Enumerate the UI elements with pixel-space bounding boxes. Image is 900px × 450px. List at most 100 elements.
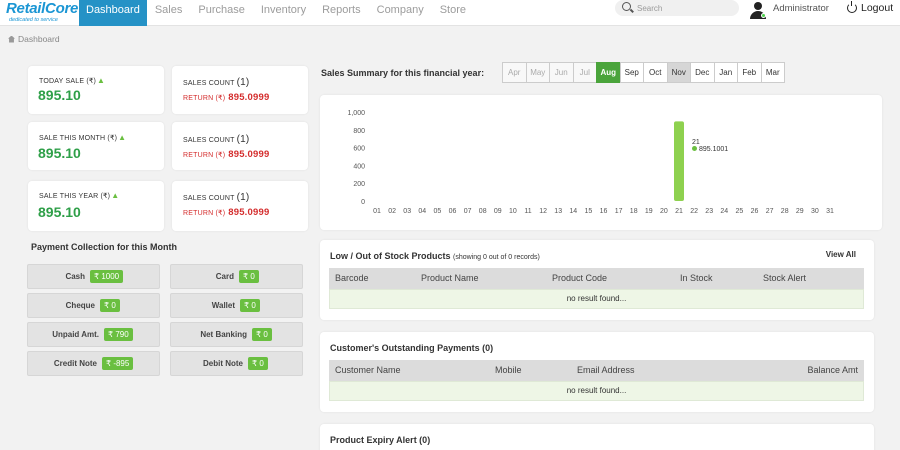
low-stock-table-header: Barcode Product Name Product Code In Sto… bbox=[329, 268, 864, 289]
breadcrumb: Dashboard bbox=[8, 34, 60, 44]
low-stock-title: Low / Out of Stock Products (showing 0 o… bbox=[330, 251, 540, 261]
payment-card: Card ₹ 0 bbox=[170, 264, 303, 289]
today-count-card: SALES COUNT (1) RETURN (₹) 895.0999 bbox=[172, 66, 308, 114]
x-tick-label: 24 bbox=[720, 208, 728, 215]
month-jul[interactable]: Jul bbox=[572, 62, 597, 83]
payment-label: Card bbox=[215, 272, 234, 281]
year-count-label: SALES COUNT (1) bbox=[183, 192, 250, 203]
column-header[interactable]: Barcode bbox=[335, 273, 369, 283]
column-header[interactable]: Mobile bbox=[495, 365, 522, 375]
x-tick-label: 27 bbox=[766, 208, 774, 215]
power-icon bbox=[847, 1, 857, 13]
month-jun[interactable]: Jun bbox=[549, 62, 574, 83]
payment-label: Net Banking bbox=[200, 330, 247, 339]
x-tick-label: 07 bbox=[464, 208, 472, 215]
column-header[interactable]: Product Code bbox=[552, 273, 607, 283]
view-all-link[interactable]: View All bbox=[826, 250, 856, 259]
brand-name: RetailCore bbox=[6, 0, 79, 17]
month-sep[interactable]: Sep bbox=[619, 62, 644, 83]
x-tick-label: 30 bbox=[811, 208, 819, 215]
month-dec[interactable]: Dec bbox=[690, 62, 715, 83]
month-oct[interactable]: Oct bbox=[643, 62, 668, 83]
payment-label: Cash bbox=[65, 272, 85, 281]
payment-cheque: Cheque ₹ 0 bbox=[27, 293, 160, 318]
nav-purchase[interactable]: Purchase bbox=[190, 0, 252, 26]
column-header[interactable]: Customer Name bbox=[335, 365, 401, 375]
today-count-label: SALES COUNT (1) bbox=[183, 77, 250, 88]
logout-button[interactable]: Logout bbox=[847, 1, 894, 14]
low-stock-card: Low / Out of Stock Products (showing 0 o… bbox=[320, 240, 874, 320]
brand-logo[interactable]: RetailCore dedicated to service bbox=[6, 1, 78, 24]
x-tick-label: 31 bbox=[826, 208, 834, 215]
x-tick-label: 02 bbox=[388, 208, 396, 215]
x-tick-label: 16 bbox=[600, 208, 608, 215]
nav-inventory[interactable]: Inventory bbox=[253, 0, 314, 26]
up-arrow-icon: ▲ bbox=[118, 133, 127, 142]
year-sale-card: SALE THIS YEAR (₹)▲ 895.10 bbox=[28, 181, 164, 231]
home-icon bbox=[8, 35, 15, 43]
x-tick-label: 23 bbox=[705, 208, 713, 215]
payment-badge: ₹ 0 bbox=[252, 328, 272, 341]
nav-company[interactable]: Company bbox=[369, 0, 432, 26]
payment-badge: ₹ -895 bbox=[102, 357, 134, 370]
month-jan[interactable]: Jan bbox=[713, 62, 738, 83]
user-avatar-icon bbox=[750, 2, 766, 19]
x-tick-label: 09 bbox=[494, 208, 502, 215]
month-count-label: SALES COUNT (1) bbox=[183, 134, 250, 145]
search-input[interactable] bbox=[637, 1, 733, 15]
nav-reports[interactable]: Reports bbox=[314, 0, 369, 26]
x-tick-label: 29 bbox=[796, 208, 804, 215]
breadcrumb-dashboard[interactable]: Dashboard bbox=[18, 34, 60, 44]
today-return-label: RETURN (₹) 895.0999 bbox=[183, 92, 270, 103]
x-tick-label: 28 bbox=[781, 208, 789, 215]
month-mar[interactable]: Mar bbox=[760, 62, 785, 83]
up-arrow-icon: ▲ bbox=[111, 191, 120, 200]
column-header[interactable]: Email Address bbox=[577, 365, 635, 375]
brand-tagline: dedicated to service bbox=[9, 17, 58, 23]
month-return-label: RETURN (₹) 895.0999 bbox=[183, 149, 270, 160]
payment-label: Cheque bbox=[65, 301, 95, 310]
chart-bar-21[interactable] bbox=[674, 121, 684, 201]
nav-store[interactable]: Store bbox=[432, 0, 474, 26]
top-navbar: RetailCore dedicated to service Dashboar… bbox=[0, 0, 900, 26]
payment-wallet: Wallet ₹ 0 bbox=[170, 293, 303, 318]
nav-sales[interactable]: Sales bbox=[147, 0, 191, 26]
outstanding-title: Customer's Outstanding Payments (0) bbox=[330, 343, 494, 353]
y-tick-label: 800 bbox=[353, 128, 365, 135]
month-selector: Apr May Jun Jul Aug Sep Oct Nov Dec Jan Feb Mar bbox=[502, 62, 785, 83]
month-nov[interactable]: Nov bbox=[666, 62, 691, 83]
month-count-card: SALES COUNT (1) RETURN (₹) 895.0999 bbox=[172, 122, 308, 170]
x-tick-label: 03 bbox=[403, 208, 411, 215]
x-tick-label: 06 bbox=[449, 208, 457, 215]
payment-badge: ₹ 790 bbox=[104, 328, 133, 341]
sales-chart-card: 0 200 400 600 800 1,000 01 02 03 04 05 06 07 08 09 10 11… bbox=[320, 95, 882, 230]
payment-badge: ₹ 0 bbox=[239, 270, 259, 283]
month-aug[interactable]: Aug bbox=[596, 62, 621, 83]
column-header[interactable]: Stock Alert bbox=[763, 273, 806, 283]
x-tick-label: 05 bbox=[434, 208, 442, 215]
search-icon[interactable] bbox=[622, 2, 631, 11]
column-header[interactable]: Product Name bbox=[421, 273, 479, 283]
x-tick-label: 10 bbox=[509, 208, 517, 215]
month-may[interactable]: May bbox=[525, 62, 550, 83]
nav-dashboard[interactable]: Dashboard bbox=[79, 0, 147, 26]
tooltip-label: 21 bbox=[692, 139, 700, 146]
x-tick-label: 21 bbox=[675, 208, 683, 215]
column-header[interactable]: Balance Amt bbox=[807, 365, 858, 375]
sales-summary-title: Sales Summary for this financial year: bbox=[321, 68, 485, 78]
year-sale-value: 895.10 bbox=[38, 204, 81, 220]
payment-debit-note: Debit Note ₹ 0 bbox=[170, 351, 303, 376]
expiry-card: Product Expiry Alert (0) bbox=[320, 424, 874, 450]
x-tick-label: 15 bbox=[585, 208, 593, 215]
user-menu[interactable]: Administrator bbox=[750, 2, 829, 19]
month-feb[interactable]: Feb bbox=[737, 62, 762, 83]
year-sale-title: SALE THIS YEAR (₹)▲ bbox=[39, 191, 120, 200]
payment-collection-title: Payment Collection for this Month bbox=[31, 242, 178, 252]
y-tick-label: 400 bbox=[353, 163, 365, 170]
month-sale-value: 895.10 bbox=[38, 145, 81, 161]
up-arrow-icon: ▲ bbox=[97, 76, 106, 85]
logout-label: Logout bbox=[861, 2, 894, 14]
column-header[interactable]: In Stock bbox=[680, 273, 713, 283]
payment-badge: ₹ 0 bbox=[248, 357, 268, 370]
month-apr[interactable]: Apr bbox=[502, 62, 527, 83]
